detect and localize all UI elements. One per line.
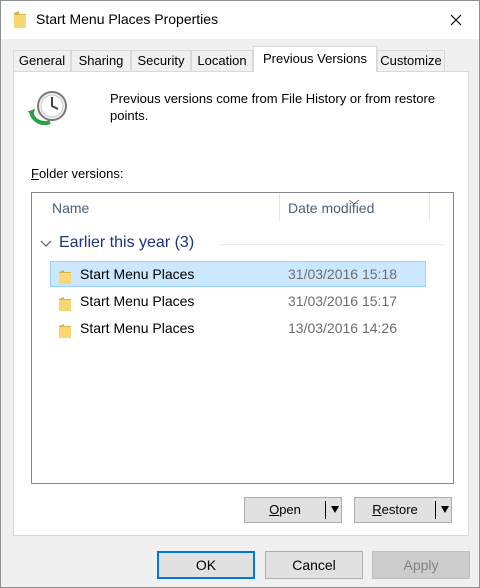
column-header-name[interactable]: Name (52, 193, 89, 223)
column-separator[interactable] (279, 193, 280, 221)
tab-label: Sharing (78, 53, 124, 68)
close-icon (450, 14, 462, 26)
tab-location[interactable]: Location (191, 50, 253, 72)
restore-button-label[interactable]: Restore (355, 498, 435, 522)
open-split-button[interactable]: Open (244, 497, 342, 523)
dropdown-arrow-icon[interactable] (441, 506, 449, 513)
tab-label: Customize (380, 53, 442, 68)
tab-sharing[interactable]: Sharing (71, 50, 131, 72)
button-text: pen (279, 502, 301, 517)
version-row[interactable]: Start Menu Places 31/03/2016 15:18 (50, 261, 426, 287)
version-row[interactable]: Start Menu Places 13/03/2016 14:26 (50, 315, 426, 341)
chevron-down-icon[interactable] (40, 238, 52, 250)
tab-label: Location (197, 53, 247, 68)
group-header[interactable]: Earlier this year (3) (40, 233, 444, 257)
tab-security[interactable]: Security (131, 50, 191, 72)
column-header-date-modified[interactable]: Date modified (288, 193, 374, 223)
previous-versions-page: Previous versions come from File History… (13, 71, 469, 536)
split-divider (435, 501, 436, 519)
version-name: Start Menu Places (80, 320, 195, 336)
accelerator: O (269, 502, 280, 517)
label-accelerator: F (31, 166, 39, 181)
versions-list[interactable]: Name Date modified Earlier this year (3)… (31, 192, 454, 484)
version-name: Start Menu Places (80, 266, 195, 282)
button-text: estore (381, 502, 418, 517)
tab-customize[interactable]: Customize (377, 50, 445, 72)
history-clock-icon (27, 88, 68, 128)
tab-label: Security (137, 53, 185, 68)
apply-button[interactable]: Apply (372, 551, 470, 579)
folder-icon (13, 11, 27, 29)
dropdown-arrow-icon[interactable] (331, 506, 339, 513)
title-bar[interactable]: Start Menu Places Properties (1, 1, 479, 39)
folder-icon (59, 321, 71, 338)
version-date: 31/03/2016 15:18 (288, 266, 397, 282)
folder-icon (59, 294, 71, 311)
tab-strip: General Sharing Security Location Previo… (13, 46, 469, 72)
restore-split-button[interactable]: Restore (354, 497, 452, 523)
column-separator[interactable] (429, 193, 430, 221)
open-button-label[interactable]: Open (245, 498, 325, 522)
folder-versions-label: Folder versions: (31, 166, 124, 181)
version-date: 31/03/2016 15:17 (288, 293, 397, 309)
version-row[interactable]: Start Menu Places 31/03/2016 15:17 (50, 288, 426, 314)
ok-button[interactable]: OK (157, 551, 255, 579)
split-divider (325, 501, 326, 519)
intro-text: Previous versions come from File History… (110, 91, 436, 123)
version-name: Start Menu Places (80, 293, 195, 309)
tab-label: Previous Versions (262, 51, 368, 66)
cancel-button[interactable]: Cancel (265, 551, 363, 579)
tab-label: General (18, 53, 66, 68)
version-date: 13/03/2016 14:26 (288, 320, 397, 336)
label-text: older versions: (38, 166, 124, 181)
properties-dialog: Start Menu Places Properties General Sha… (0, 0, 480, 588)
tab-previous-versions[interactable]: Previous Versions (253, 46, 377, 72)
group-label: Earlier this year (3) (59, 234, 195, 251)
folder-icon (59, 267, 71, 284)
tab-general[interactable]: General (13, 50, 71, 72)
accelerator: R (372, 502, 382, 517)
close-button[interactable] (433, 1, 479, 39)
window-title: Start Menu Places Properties (36, 11, 219, 27)
group-divider (220, 244, 444, 245)
